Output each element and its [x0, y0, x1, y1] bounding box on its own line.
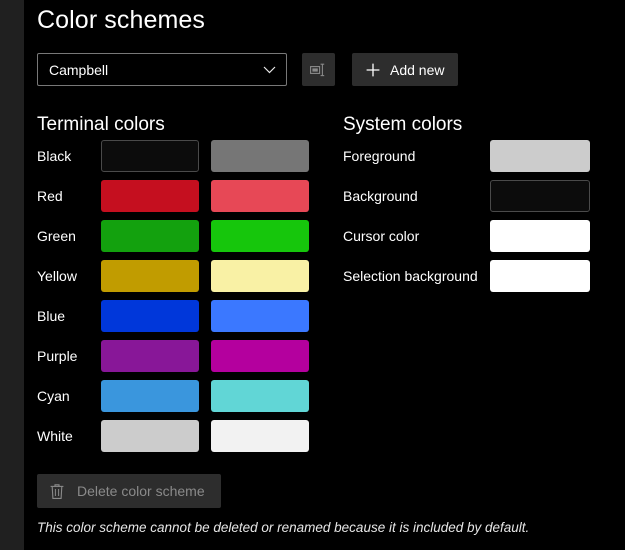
system-color-row: Selection background: [343, 260, 618, 292]
rename-scheme-button[interactable]: [302, 53, 335, 86]
terminal-color-label: Cyan: [37, 388, 70, 404]
terminal-color-row: Yellow: [37, 260, 327, 292]
terminal-color-row: Red: [37, 180, 327, 212]
terminal-color-swatch-bright[interactable]: [211, 140, 309, 172]
system-colors-list: Foreground Background Cursor color Selectio…: [343, 140, 618, 300]
chevron-down-icon: [256, 53, 282, 86]
terminal-colors-list: Black Red Green Yellow Blue Purple Cyan White: [37, 140, 327, 460]
system-color-swatch[interactable]: [490, 220, 590, 252]
system-color-swatch[interactable]: [490, 260, 590, 292]
terminal-color-row: Black: [37, 140, 327, 172]
delete-color-scheme-button[interactable]: Delete color scheme: [37, 474, 221, 508]
trash-icon: [49, 483, 65, 500]
page-content: Color schemes Campbell Add new Terminal …: [24, 0, 625, 550]
system-color-label: Background: [343, 188, 418, 204]
terminal-color-swatch-normal[interactable]: [101, 300, 199, 332]
system-color-label: Cursor color: [343, 228, 420, 244]
terminal-color-row: Cyan: [37, 380, 327, 412]
system-color-label: Selection background: [343, 268, 478, 284]
terminal-color-swatch-bright[interactable]: [211, 420, 309, 452]
system-color-swatch[interactable]: [490, 180, 590, 212]
system-colors-heading: System colors: [343, 114, 463, 135]
terminal-color-swatch-normal[interactable]: [101, 220, 199, 252]
color-schemes-page: Color schemes Campbell Add new Terminal …: [0, 0, 625, 550]
terminal-color-swatch-normal[interactable]: [101, 380, 199, 412]
add-new-button[interactable]: Add new: [352, 53, 459, 86]
terminal-color-label: Blue: [37, 308, 66, 324]
terminal-color-swatch-normal[interactable]: [101, 260, 199, 292]
footer-note: This color scheme cannot be deleted or r…: [37, 520, 530, 535]
system-color-row: Background: [343, 180, 618, 212]
terminal-color-label: Yellow: [37, 268, 77, 284]
terminal-color-swatch-bright[interactable]: [211, 220, 309, 252]
terminal-color-swatch-bright[interactable]: [211, 340, 309, 372]
terminal-color-label: Purple: [37, 348, 78, 364]
terminal-color-swatch-bright[interactable]: [211, 180, 309, 212]
add-new-label: Add new: [390, 61, 445, 78]
plus-icon: [366, 63, 380, 77]
terminal-color-row: Blue: [37, 300, 327, 332]
terminal-color-label: Red: [37, 188, 63, 204]
terminal-color-swatch-bright[interactable]: [211, 260, 309, 292]
terminal-color-swatch-bright[interactable]: [211, 300, 309, 332]
terminal-color-label: Green: [37, 228, 76, 244]
page-title: Color schemes: [37, 6, 206, 34]
color-scheme-dropdown[interactable]: Campbell: [37, 53, 287, 86]
terminal-color-row: Green: [37, 220, 327, 252]
system-color-label: Foreground: [343, 148, 416, 164]
system-color-swatch[interactable]: [490, 140, 590, 172]
terminal-colors-heading: Terminal colors: [37, 114, 165, 135]
terminal-color-row: White: [37, 420, 327, 452]
terminal-color-swatch-normal[interactable]: [101, 180, 199, 212]
terminal-color-swatch-bright[interactable]: [211, 380, 309, 412]
terminal-color-label: Black: [37, 148, 72, 164]
rename-icon: [310, 63, 327, 77]
terminal-color-swatch-normal[interactable]: [101, 340, 199, 372]
terminal-color-row: Purple: [37, 340, 327, 372]
terminal-color-swatch-normal[interactable]: [101, 140, 199, 172]
navigation-rail: [0, 0, 24, 550]
terminal-color-label: White: [37, 428, 73, 444]
terminal-color-swatch-normal[interactable]: [101, 420, 199, 452]
color-scheme-dropdown-value: Campbell: [49, 61, 109, 78]
system-color-row: Foreground: [343, 140, 618, 172]
system-color-row: Cursor color: [343, 220, 618, 252]
delete-color-scheme-label: Delete color scheme: [77, 483, 205, 499]
